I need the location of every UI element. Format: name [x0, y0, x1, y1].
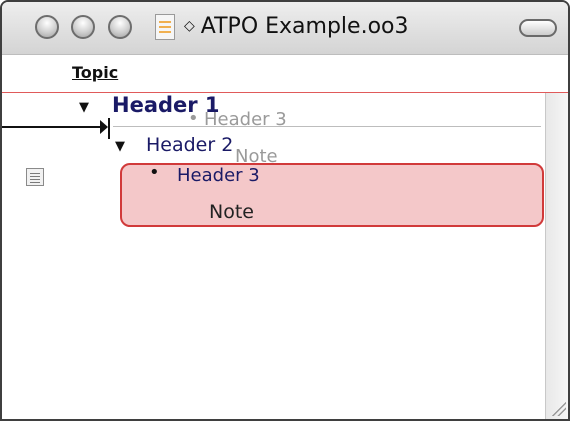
drop-indicator-cursor — [108, 118, 110, 139]
bullet-icon: • — [149, 162, 160, 183]
drag-ghost-bullet-icon: • — [188, 108, 199, 129]
outline-row-header-3[interactable]: Header 3 — [177, 165, 260, 186]
close-button[interactable] — [35, 15, 59, 39]
column-header-topic[interactable]: Topic — [72, 63, 118, 82]
toolbar-toggle-button[interactable] — [519, 19, 557, 37]
window-title: ◇ ATPO Example.oo3 — [184, 14, 409, 39]
disclosure-triangle-icon[interactable]: ▼ — [115, 139, 125, 154]
drag-ghost-label: Header 3 — [204, 109, 287, 130]
document-window: ◇ ATPO Example.oo3 Topic ▼ Header 1 • Hea… — [0, 0, 570, 421]
outline-row-note[interactable]: Note — [209, 201, 254, 223]
vertical-scrollbar[interactable] — [545, 93, 568, 419]
disclosure-triangle-icon[interactable]: ▼ — [79, 100, 89, 115]
outline-row-header-2[interactable]: Header 2 — [146, 134, 233, 156]
title-bar[interactable]: ◇ ATPO Example.oo3 — [2, 2, 568, 55]
drop-target-divider — [113, 126, 541, 127]
document-proxy-icon[interactable] — [155, 14, 175, 40]
minimize-button[interactable] — [71, 15, 95, 39]
zoom-button[interactable] — [108, 15, 132, 39]
drop-indicator-arrowhead — [100, 120, 108, 134]
resize-grip-icon[interactable] — [550, 400, 566, 416]
modified-diamond-icon: ◇ — [184, 18, 195, 34]
drop-indicator-line — [2, 126, 106, 128]
column-header-bar: Topic — [2, 55, 568, 93]
window-title-text: ATPO Example.oo3 — [200, 14, 409, 39]
note-icon[interactable] — [26, 168, 44, 186]
